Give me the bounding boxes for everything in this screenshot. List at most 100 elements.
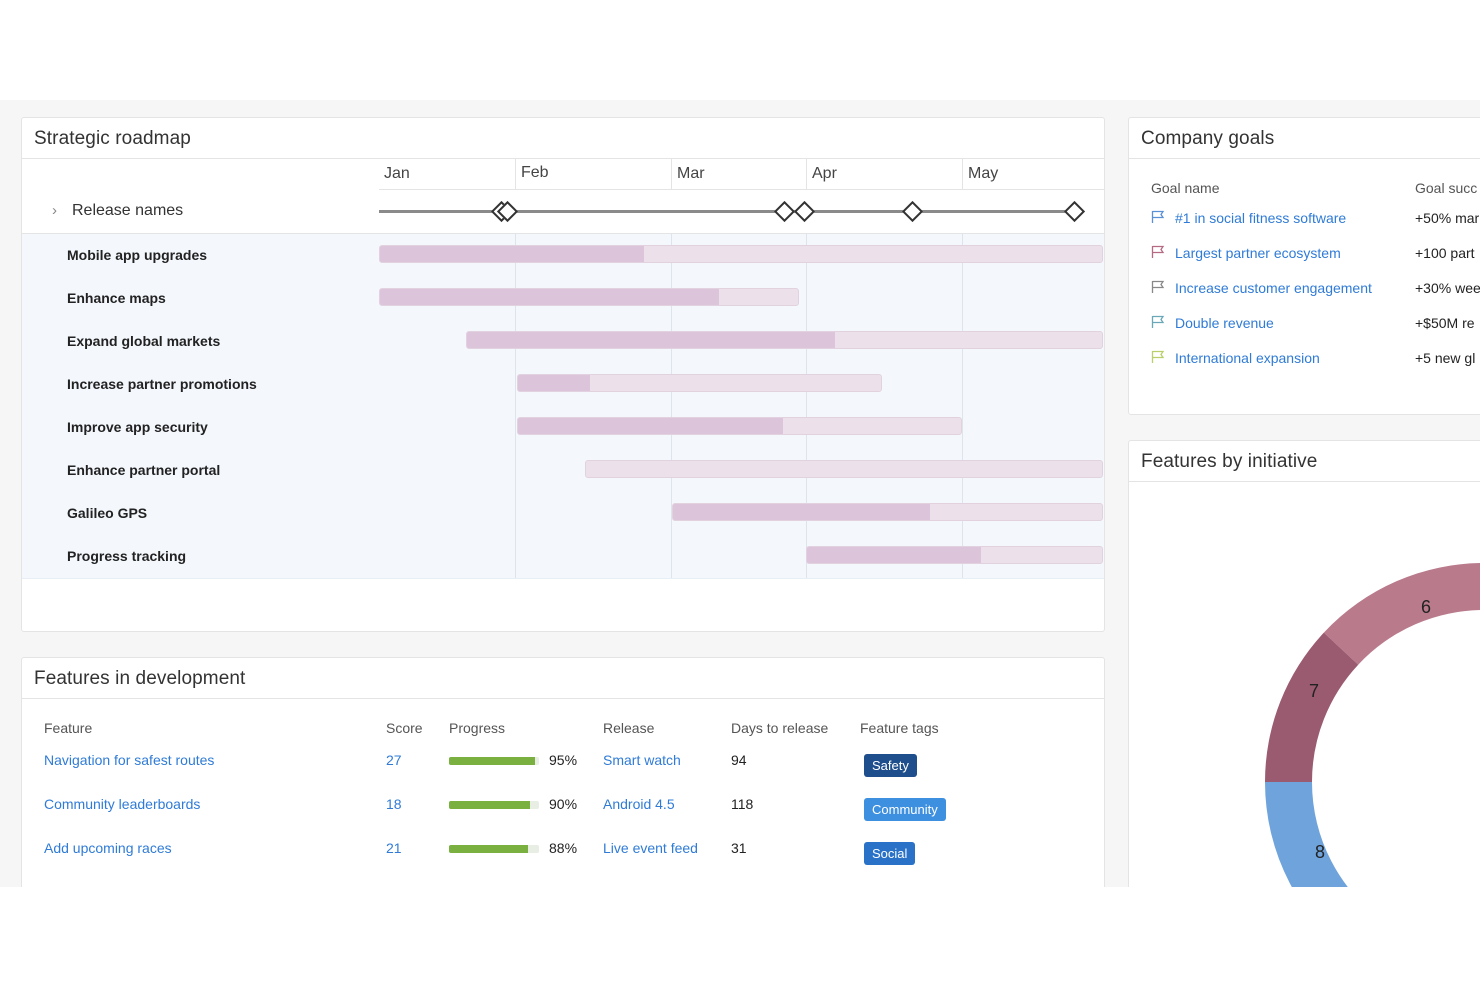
release-milestone[interactable] — [1063, 200, 1086, 223]
initiative-bar[interactable] — [672, 503, 1103, 521]
col-goal-name[interactable]: Goal name — [1151, 180, 1219, 196]
initiative-progress — [380, 246, 644, 262]
goal-name-link[interactable]: Double revenue — [1175, 315, 1274, 331]
initiative-donut-chart: 6 7 8 — [1265, 563, 1480, 887]
feature-release-link[interactable]: Smart watch — [603, 752, 681, 768]
strategic-roadmap-panel: Strategic roadmap Jan Feb Mar Apr May › … — [21, 117, 1105, 632]
initiative-name[interactable]: Progress tracking — [67, 548, 186, 564]
donut-slice-label: 7 — [1309, 681, 1319, 701]
feature-days-to-release: 118 — [731, 796, 754, 812]
month-header: Jan Feb Mar Apr May — [379, 159, 1104, 190]
col-progress[interactable]: Progress — [449, 720, 505, 736]
feature-tag[interactable]: Social — [864, 842, 916, 865]
roadmap-row[interactable]: Improve app security — [22, 406, 1104, 450]
initiative-bar[interactable] — [516, 374, 883, 392]
flag-icon — [1151, 350, 1165, 363]
goal-name-link[interactable]: #1 in social fitness software — [1175, 210, 1346, 226]
feature-link[interactable]: Navigation for safest routes — [44, 752, 214, 768]
initiative-name[interactable]: Mobile app upgrades — [67, 247, 207, 263]
goal-name-link[interactable]: Largest partner ecosystem — [1175, 245, 1341, 261]
roadmap-row[interactable]: Enhance maps — [22, 277, 1104, 321]
release-milestone[interactable] — [793, 200, 816, 223]
goal-success-metric: +$50M re — [1415, 315, 1475, 331]
col-tags[interactable]: Feature tags — [860, 720, 939, 736]
goal-success-metric: +50% mar — [1415, 210, 1480, 226]
roadmap-row[interactable]: Expand global markets — [22, 320, 1104, 364]
month-may: May — [968, 165, 999, 182]
goal-row[interactable]: Largest partner ecosystem +100 part — [1129, 245, 1480, 275]
release-milestone[interactable] — [773, 200, 796, 223]
goal-success-metric: +5 new gl — [1415, 350, 1476, 366]
roadmap-row[interactable]: Enhance partner portal — [22, 449, 1104, 493]
goal-row[interactable]: Increase customer engagement +30% wee — [1129, 280, 1480, 310]
flag-icon — [1151, 210, 1165, 223]
feature-score[interactable]: 21 — [386, 840, 402, 856]
initiative-name[interactable]: Improve app security — [67, 419, 208, 435]
roadmap-row[interactable]: Progress tracking — [22, 535, 1104, 579]
initiative-name[interactable]: Increase partner promotions — [67, 376, 257, 392]
feature-days-to-release: 31 — [731, 840, 747, 856]
features-by-initiative-panel: Features by initiative 6 7 8 — [1128, 440, 1480, 887]
donut-slice[interactable] — [1265, 782, 1385, 887]
goal-success-metric: +100 part — [1415, 245, 1475, 261]
feature-score[interactable]: 18 — [386, 796, 402, 812]
feature-tag[interactable]: Safety — [864, 754, 917, 777]
initiative-progress — [807, 547, 982, 563]
chevron-right-icon[interactable]: › — [52, 202, 57, 219]
feature-release-link[interactable]: Live event feed — [603, 840, 698, 856]
donut-slice-label: 6 — [1421, 597, 1431, 617]
goal-row[interactable]: Double revenue +$50M re — [1129, 315, 1480, 345]
initiative-name[interactable]: Galileo GPS — [67, 505, 147, 521]
donut-slice[interactable] — [1323, 563, 1480, 665]
col-release[interactable]: Release — [603, 720, 654, 736]
feature-score[interactable]: 27 — [386, 752, 402, 768]
goals-title: Company goals — [1141, 128, 1275, 149]
feature-release-link[interactable]: Android 4.5 — [603, 796, 675, 812]
initiative-name[interactable]: Enhance maps — [67, 290, 166, 306]
goal-name-link[interactable]: Increase customer engagement — [1175, 280, 1372, 296]
goal-success-metric: +30% wee — [1415, 280, 1480, 296]
roadmap-title: Strategic roadmap — [34, 128, 191, 149]
goal-row[interactable]: International expansion +5 new gl — [1129, 350, 1480, 380]
release-names-row[interactable]: › Release names — [22, 190, 1104, 234]
initiative-bar[interactable] — [516, 417, 962, 435]
initiative-bar[interactable] — [806, 546, 1103, 564]
feature-tag[interactable]: Community — [864, 798, 946, 821]
col-days[interactable]: Days to release — [731, 720, 828, 736]
initiative-title: Features by initiative — [1141, 451, 1318, 472]
col-score[interactable]: Score — [386, 720, 423, 736]
goal-row[interactable]: #1 in social fitness software +50% mar — [1129, 210, 1480, 240]
roadmap-row[interactable]: Mobile app upgrades — [22, 234, 1104, 278]
roadmap-row[interactable]: Galileo GPS — [22, 492, 1104, 536]
initiative-bar[interactable] — [465, 331, 1103, 349]
roadmap-row[interactable]: Increase partner promotions — [22, 363, 1104, 407]
goal-name-link[interactable]: International expansion — [1175, 350, 1320, 366]
initiative-bar[interactable] — [379, 245, 1103, 263]
flag-icon — [1151, 315, 1165, 328]
month-jan: Jan — [384, 165, 410, 182]
features-in-development-panel: Features in development Feature Score Pr… — [21, 657, 1105, 887]
col-goal-success[interactable]: Goal succ — [1415, 180, 1477, 196]
feature-progress-label: 95% — [549, 752, 578, 768]
month-feb: Feb — [521, 164, 549, 181]
initiative-name[interactable]: Enhance partner portal — [67, 462, 220, 478]
initiative-bar[interactable] — [585, 460, 1103, 478]
feature-link[interactable]: Community leaderboards — [44, 796, 200, 812]
release-timeline — [379, 210, 1076, 213]
initiative-name[interactable]: Expand global markets — [67, 333, 220, 349]
feature-progress-bar — [449, 801, 539, 809]
feature-progress-bar — [449, 845, 539, 853]
initiative-progress — [466, 332, 836, 348]
feature-days-to-release: 94 — [731, 752, 747, 768]
initiative-progress — [517, 375, 591, 391]
col-feature[interactable]: Feature — [44, 720, 92, 736]
feature-progress-label: 88% — [549, 840, 578, 856]
release-names-label: Release names — [72, 202, 184, 219]
release-milestone[interactable] — [901, 200, 924, 223]
feature-link[interactable]: Add upcoming races — [44, 840, 172, 856]
month-mar: Mar — [677, 165, 705, 182]
feature-progress-fill — [449, 845, 529, 853]
initiative-bar[interactable] — [379, 288, 799, 306]
donut-slice[interactable] — [1265, 632, 1359, 782]
donut-slice-label: 8 — [1315, 842, 1325, 862]
